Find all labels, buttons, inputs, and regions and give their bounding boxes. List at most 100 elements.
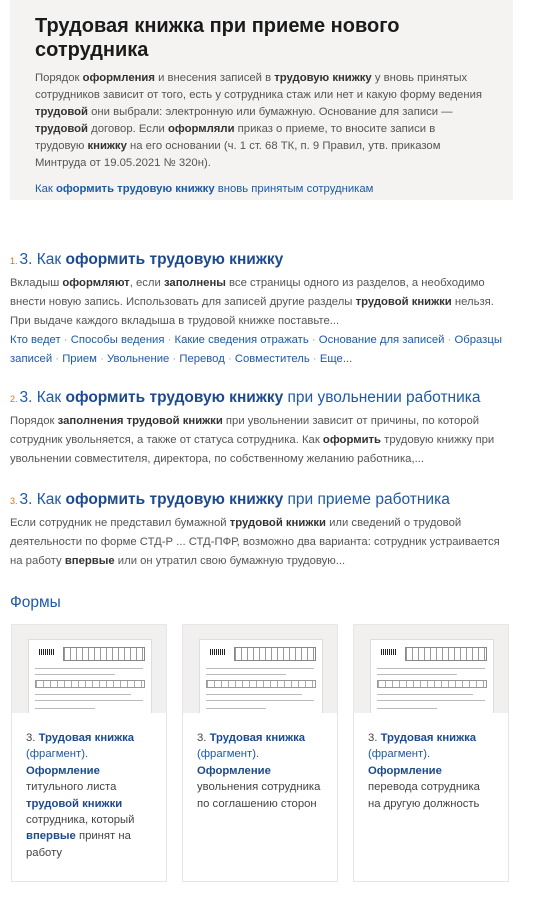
snippet-text: и внесения записей в <box>154 72 275 84</box>
tag-link[interactable]: Прием <box>62 353 97 365</box>
highlighted-term: трудовой книжки <box>229 517 326 529</box>
caption-text[interactable]: 3. <box>26 732 39 744</box>
result-title-prefix[interactable]: 3. Как <box>20 389 66 406</box>
caption-highlight[interactable]: Оформление <box>197 765 271 777</box>
form-line <box>35 668 143 669</box>
tag-link[interactable]: Увольнение <box>107 353 169 365</box>
tag-link[interactable]: Совместитель <box>235 353 310 365</box>
form-line <box>377 674 457 675</box>
form-grid <box>405 647 487 661</box>
search-result: 1. 3. Как оформить трудовую книжку Вклады… <box>10 250 510 369</box>
form-line <box>206 700 314 701</box>
result-tags: Кто ведет · Способы ведения · Какие свед… <box>10 331 510 369</box>
caption-text[interactable]: сотрудника, который <box>26 814 134 826</box>
highlighted-term: трудовую книжку <box>274 72 372 84</box>
form-line <box>35 700 143 701</box>
result-snippet: Порядок заполнения трудовой книжки при у… <box>10 412 510 469</box>
answer-link-prefix[interactable]: Как <box>35 183 56 195</box>
snippet-text: договор. Если <box>88 123 168 135</box>
highlighted-term: оформляют <box>62 277 130 289</box>
caption-text[interactable]: (фрагмент). <box>197 748 259 760</box>
answer-title: Трудовая книжка при приеме нового сотруд… <box>35 15 400 61</box>
tag-link[interactable]: Кто ведет <box>10 334 61 346</box>
form-caption[interactable]: 3. Трудовая книжка (фрагмент). Оформлени… <box>354 713 508 812</box>
result-title-bold[interactable]: оформить трудовую книжку <box>66 389 284 406</box>
form-grid <box>63 647 145 661</box>
result-title-link[interactable]: 2. 3. Как оформить трудовую книжку при ув… <box>10 388 510 409</box>
caption-highlight[interactable]: впервые <box>26 830 76 842</box>
caption-highlight[interactable]: Трудовая книжка <box>39 732 134 744</box>
caption-text[interactable]: перевода сотрудника на другую должность <box>368 781 480 809</box>
form-line <box>206 674 286 675</box>
caption-text[interactable]: 3. <box>197 732 210 744</box>
form-line <box>377 694 473 695</box>
barcode-icon <box>381 649 397 655</box>
result-title-link[interactable]: 1. 3. Как оформить трудовую книжку <box>10 250 510 271</box>
result-title-prefix[interactable]: 3. Как <box>20 251 66 268</box>
tag-link[interactable]: Основание для записей <box>319 334 445 346</box>
form-line <box>206 694 302 695</box>
form-line <box>206 708 266 709</box>
caption-highlight[interactable]: Оформление <box>368 765 442 777</box>
highlighted-term: впервые <box>64 555 115 567</box>
tag-separator: · <box>308 334 319 346</box>
form-line <box>35 694 131 695</box>
form-grid-row <box>35 680 145 688</box>
result-number: 3. <box>10 496 18 506</box>
form-thumbnail-area <box>12 625 166 713</box>
form-card[interactable]: 3. Трудовая книжка (фрагмент). Оформлени… <box>182 624 338 882</box>
caption-text[interactable]: титульного листа <box>26 781 116 793</box>
result-title-prefix[interactable]: 3. Как <box>20 491 66 508</box>
caption-text[interactable]: увольнения сотрудника по соглашению стор… <box>197 781 320 809</box>
tag-separator: · <box>444 334 455 346</box>
highlighted-term: оформления <box>82 72 155 84</box>
tag-separator: · <box>309 353 320 365</box>
tag-link[interactable]: Способы ведения <box>71 334 165 346</box>
caption-highlight[interactable]: Трудовая книжка <box>381 732 476 744</box>
caption-highlight[interactable]: Оформление <box>26 765 100 777</box>
result-title-bold[interactable]: оформить трудовую книжку <box>66 251 284 268</box>
tag-link[interactable]: Перевод <box>179 353 224 365</box>
result-title-link[interactable]: 3. 3. Как оформить трудовую книжку при пр… <box>10 490 510 511</box>
answer-link-bold[interactable]: оформить трудовую книжку <box>56 183 215 195</box>
result-number: 2. <box>10 394 18 404</box>
result-title-suffix[interactable]: при увольнении работника <box>283 389 481 406</box>
form-line <box>35 708 95 709</box>
answer-link-suffix[interactable]: вновь принятым сотрудникам <box>215 183 374 195</box>
highlighted-term: трудовой <box>35 123 88 135</box>
search-result: 2. 3. Как оформить трудовую книжку при ув… <box>10 388 510 469</box>
form-caption[interactable]: 3. Трудовая книжка (фрагмент). Оформлени… <box>12 713 166 861</box>
form-caption[interactable]: 3. Трудовая книжка (фрагмент). Оформлени… <box>183 713 337 812</box>
caption-highlight[interactable]: трудовой книжки <box>26 798 122 810</box>
form-card[interactable]: 3. Трудовая книжка (фрагмент). Оформлени… <box>353 624 509 882</box>
tag-link[interactable]: Еще... <box>320 353 352 365</box>
tag-link[interactable]: Какие сведения отражать <box>175 334 309 346</box>
form-card[interactable]: 3. Трудовая книжка (фрагмент). Оформлени… <box>11 624 167 882</box>
tag-separator: · <box>96 353 107 365</box>
caption-text[interactable]: (фрагмент). <box>368 748 430 760</box>
answer-text: Порядок оформления и внесения записей в … <box>35 70 487 172</box>
form-line <box>377 708 437 709</box>
result-title-suffix[interactable]: при приеме работника <box>283 491 450 508</box>
caption-text[interactable]: 3. <box>368 732 381 744</box>
highlighted-term: трудовой книжки <box>355 296 452 308</box>
snippet-text: , если <box>129 277 164 289</box>
form-line <box>377 700 485 701</box>
result-snippet: Вкладыш оформляют, если заполнены все ст… <box>10 274 510 331</box>
form-grid <box>234 647 316 661</box>
tag-separator: · <box>52 353 63 365</box>
highlighted-term: трудовой <box>35 106 88 118</box>
answer-link[interactable]: Как оформить трудовую книжку вновь приня… <box>35 181 487 197</box>
tag-separator: · <box>164 334 175 346</box>
highlighted-term: заполнения трудовой книжки <box>57 415 223 427</box>
caption-highlight[interactable]: Трудовая книжка <box>210 732 305 744</box>
result-snippet: Если сотрудник не представил бумажной тр… <box>10 514 510 571</box>
barcode-icon <box>210 649 226 655</box>
form-thumbnail[interactable] <box>370 639 494 713</box>
form-thumbnail[interactable] <box>28 639 152 713</box>
search-result: 3. 3. Как оформить трудовую книжку при пр… <box>10 490 510 571</box>
form-line <box>377 668 485 669</box>
form-thumbnail[interactable] <box>199 639 323 713</box>
caption-text[interactable]: (фрагмент). <box>26 748 88 760</box>
result-title-bold[interactable]: оформить трудовую книжку <box>66 491 284 508</box>
